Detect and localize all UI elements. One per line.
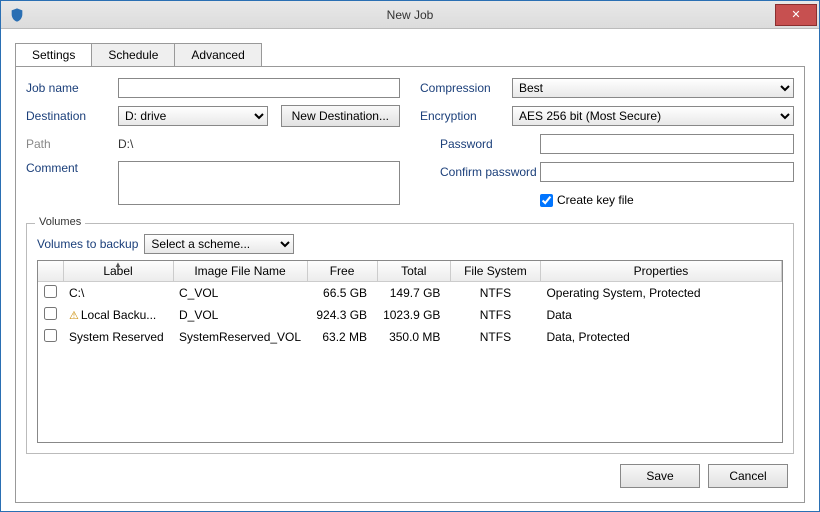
cell-properties: Operating System, Protected [540, 282, 781, 305]
row-checkbox[interactable] [44, 285, 57, 298]
warning-icon: ⚠ [69, 310, 79, 322]
path-label: Path [26, 137, 118, 151]
job-name-input[interactable] [118, 78, 400, 98]
right-column: Compression Best Encryption AES 256 bit … [420, 77, 794, 217]
col-checkbox[interactable] [38, 261, 63, 282]
cell-image-file-name: SystemReserved_VOL [173, 326, 307, 348]
cancel-button[interactable]: Cancel [708, 464, 788, 488]
create-key-file-checkbox[interactable] [540, 194, 553, 207]
cell-properties: Data, Protected [540, 326, 781, 348]
cell-file-system: NTFS [450, 304, 540, 326]
cell-image-file-name: C_VOL [173, 282, 307, 305]
cell-label: C:\ [63, 282, 173, 305]
sort-icon: ▲ [114, 260, 122, 269]
col-label[interactable]: ▲Label [63, 261, 173, 282]
cell-total: 149.7 GB [377, 282, 450, 305]
table-row[interactable]: C:\C_VOL66.5 GB149.7 GBNTFSOperating Sys… [38, 282, 782, 305]
tab-advanced[interactable]: Advanced [174, 43, 261, 67]
password-label: Password [420, 137, 540, 151]
close-button[interactable]: ✕ [775, 4, 817, 26]
compression-select[interactable]: Best [512, 78, 794, 98]
compression-label: Compression [420, 81, 512, 95]
dialog-footer: Save Cancel [26, 454, 794, 492]
table-row[interactable]: ⚠Local Backu...D_VOL924.3 GB1023.9 GBNTF… [38, 304, 782, 326]
encryption-label: Encryption [420, 109, 512, 123]
row-checkbox[interactable] [44, 307, 57, 320]
tab-settings[interactable]: Settings [15, 43, 92, 67]
destination-select[interactable]: D: drive [118, 106, 268, 126]
volumes-grid: ▲Label Image File Name Free Total File S… [37, 260, 783, 443]
scheme-select[interactable]: Select a scheme... [144, 234, 294, 254]
col-image-file-name[interactable]: Image File Name [173, 261, 307, 282]
window: New Job ✕ Settings Schedule Advanced Job… [0, 0, 820, 512]
titlebar: New Job ✕ [1, 1, 819, 29]
cell-free: 924.3 GB [307, 304, 377, 326]
destination-label: Destination [26, 109, 118, 123]
cell-image-file-name: D_VOL [173, 304, 307, 326]
path-value: D:\ [118, 137, 133, 151]
shield-icon [9, 7, 25, 23]
cell-total: 350.0 MB [377, 326, 450, 348]
password-input[interactable] [540, 134, 794, 154]
comment-input[interactable] [118, 161, 400, 205]
cell-total: 1023.9 GB [377, 304, 450, 326]
confirm-password-label: Confirm password [420, 165, 540, 179]
volumes-fieldset: Volumes Volumes to backup Select a schem… [26, 223, 794, 454]
encryption-select[interactable]: AES 256 bit (Most Secure) [512, 106, 794, 126]
create-key-file-label: Create key file [557, 193, 634, 207]
save-button[interactable]: Save [620, 464, 700, 488]
table-row[interactable]: System ReservedSystemReserved_VOL63.2 MB… [38, 326, 782, 348]
tab-strip: Settings Schedule Advanced [15, 43, 805, 67]
cell-label: ⚠Local Backu... [63, 304, 173, 326]
tab-schedule[interactable]: Schedule [91, 43, 175, 67]
content: Settings Schedule Advanced Job name Dest… [1, 29, 819, 511]
volumes-legend: Volumes [35, 216, 85, 228]
cell-free: 63.2 MB [307, 326, 377, 348]
cell-label: System Reserved [63, 326, 173, 348]
cell-file-system: NTFS [450, 326, 540, 348]
form-top: Job name Destination D: drive New Destin… [26, 77, 794, 217]
job-name-label: Job name [26, 81, 118, 95]
col-free[interactable]: Free [307, 261, 377, 282]
confirm-password-input[interactable] [540, 162, 794, 182]
settings-panel: Job name Destination D: drive New Destin… [15, 66, 805, 503]
cell-file-system: NTFS [450, 282, 540, 305]
comment-label: Comment [26, 161, 118, 175]
new-destination-button[interactable]: New Destination... [281, 105, 400, 127]
cell-free: 66.5 GB [307, 282, 377, 305]
col-file-system[interactable]: File System [450, 261, 540, 282]
left-column: Job name Destination D: drive New Destin… [26, 77, 400, 217]
grid-header-row: ▲Label Image File Name Free Total File S… [38, 261, 782, 282]
row-checkbox[interactable] [44, 329, 57, 342]
col-total[interactable]: Total [377, 261, 450, 282]
window-title: New Job [1, 8, 819, 22]
cell-properties: Data [540, 304, 781, 326]
col-properties[interactable]: Properties [540, 261, 781, 282]
volumes-to-backup-label: Volumes to backup [37, 237, 138, 251]
